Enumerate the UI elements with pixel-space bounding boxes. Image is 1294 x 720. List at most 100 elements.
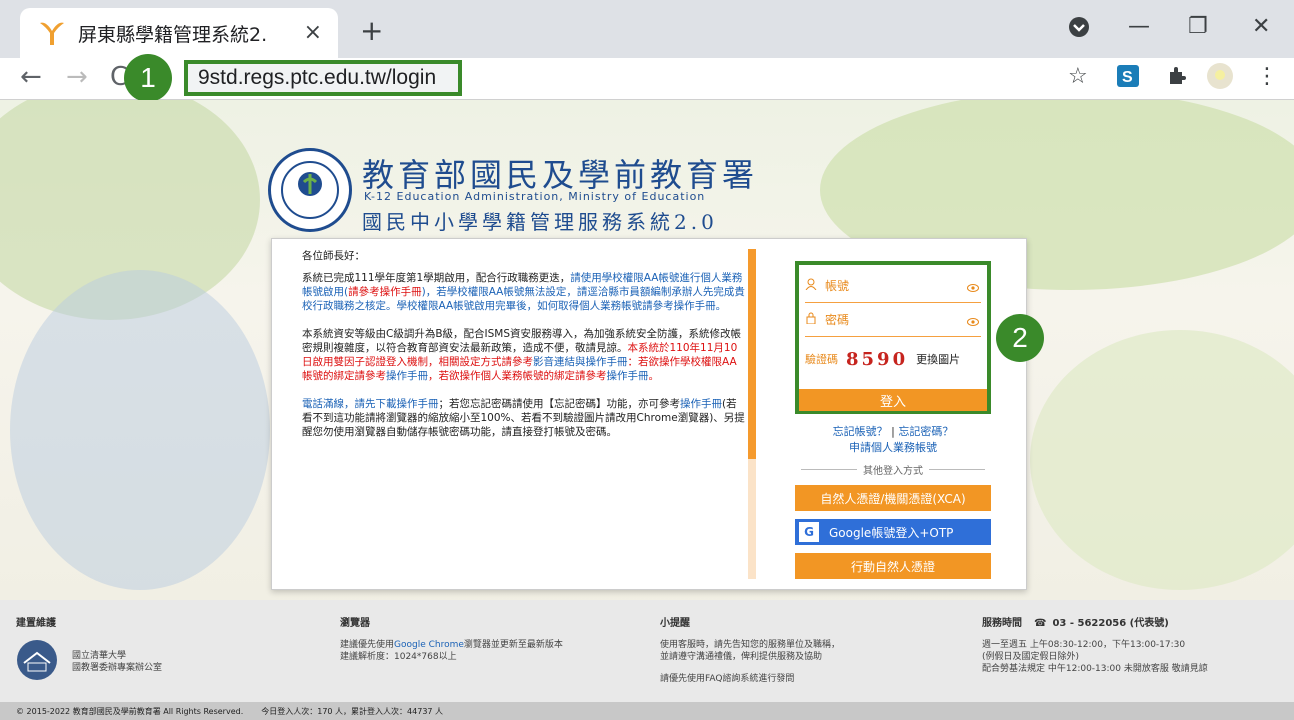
copyright-bar: © 2015-2022 教育部國民及學前教育署 All Rights Reser… [0,702,1294,720]
manual-link[interactable]: 操作手冊 [607,370,649,382]
announcement-paragraph-1: 系統已完成111學年度第1學期啟用，配合行政職務更迭，請使用學校權限AA帳號進行… [302,271,746,313]
agency-english-name: K-12 Education Administration, Ministry … [364,190,706,203]
password-placeholder: 密碼 [825,313,850,327]
forgot-password-link[interactable]: 忘記密碼？ [898,425,953,438]
new-tab-button[interactable]: + [360,14,383,47]
captcha-input[interactable]: 驗證碼 [805,351,838,367]
google-login-label: Google帳號登入+OTP [829,525,954,540]
google-login-button[interactable]: G Google帳號登入+OTP [795,519,991,545]
greeting: 各位師長好： [302,250,365,262]
announcement-text: 系統已完成111學年度第1學期啟用，配合行政職務更迭， [302,272,571,284]
refresh-captcha-link[interactable]: 更換圖片 [916,351,960,367]
scrollbar-thumb[interactable] [748,249,756,459]
browser-tab[interactable]: 屏東縣學籍管理系統2. × [20,8,338,58]
ministry-seal-icon [268,148,352,232]
chrome-link[interactable]: Google Chrome [394,640,464,650]
login-stats: 今日登入人次：170 人，累計登入人次：44737 人 [261,706,444,716]
footer-heading: 建置維護 [16,618,56,629]
browser-tab-bar: 屏東縣學籍管理系統2. × + — ❐ ✕ [0,0,1294,58]
lock-icon [805,312,819,327]
extension-s-icon[interactable]: S [1116,64,1140,94]
link-separator: | [891,425,895,438]
login-button[interactable]: 登入 [799,389,987,411]
account-links: 忘記帳號？ | 忘記密碼？ 申請個人業務帳號 [795,424,991,456]
step-marker-2: 2 [996,314,1044,362]
xca-login-button[interactable]: 自然人憑證/機關憑證(XCA) [795,485,991,511]
credentials-box: 帳號 密碼 驗證碼 8590 更換圖片 登入 [795,261,991,414]
browser-recommendation: 建議優先使用Google Chrome瀏覽器並更新至最新版本 [340,639,563,651]
footer-heading: 小提醒 [660,618,690,629]
other-login-label: 其他登入方式 [863,466,923,477]
faq-text: 請優先使用FAQ諮詢系統進行發問 [660,674,795,684]
account-placeholder: 帳號 [825,279,850,293]
tab-close-icon[interactable]: × [304,20,322,45]
announcement-paragraph-3: 電話滿線，請先下載操作手冊；若您忘記密碼請使用【忘記密碼】功能，亦可參考操作手冊… [302,397,746,439]
minimize-button[interactable]: — [1128,14,1150,39]
captcha-image: 8590 [846,348,909,370]
service-hours-text: 週一至週五 上午08:30-12:00，下午13:00-17:30 [982,640,1186,650]
manual-link[interactable]: 操作手冊 [386,370,428,382]
divider-line [929,469,985,470]
service-phone: 03 - 5622056 (代表號) [1052,618,1169,629]
mobile-id-login-button[interactable]: 行動自然人憑證 [795,553,991,579]
page-footer: 建置維護 國立清華大學 國教署委辦專案辦公室 瀏覽器 建議優先使用Google … [0,600,1294,702]
resolution-recommendation: 建議解析度：1024*768以上 [340,652,457,662]
window-close-button[interactable]: ✕ [1252,14,1270,39]
footer-reminder: 小提醒 使用客服時，請先告知您的服務單位及職稱， 並請遵守溝通禮儀，俾利提供服務… [660,614,840,685]
browser-text: 建議優先使用 [340,640,395,650]
browser-menu-icon[interactable]: ⋮ [1256,64,1278,89]
maintainer-university: 國立清華大學 [72,650,127,661]
password-field[interactable]: 密碼 [805,303,981,337]
address-bar[interactable]: 9std.regs.ptc.edu.tw/login [184,60,462,96]
lawn-decoration [1030,330,1294,590]
site-favicon-icon [36,17,68,49]
footer-heading: 服務時間 ☎ 03 - 5622056 (代表號) [982,614,1208,629]
footer-heading: 瀏覽器 [340,618,370,629]
announcement-paragraph-2: 本系統資安等級由C級調升為B級，配合ISMS資安服務導入，為加強系統安全防護，系… [302,327,746,383]
svg-text:S: S [1122,69,1133,86]
manual-link[interactable]: 請參考操作手冊 [348,286,422,298]
agency-header: 教育部國民及學前教育署 K-12 Education Administratio… [268,148,808,234]
download-manual-link[interactable]: 電話滿線，請先下載操作手冊 [302,398,439,410]
footer-browser: 瀏覽器 建議優先使用Google Chrome瀏覽器並更新至最新版本 建議解析度… [340,614,563,663]
url-text: 9std.regs.ptc.edu.tw/login [198,66,437,89]
restore-button[interactable]: ❐ [1188,14,1208,39]
account-field[interactable]: 帳號 [805,269,981,303]
back-icon[interactable]: ← [20,62,42,92]
tab-title: 屏東縣學籍管理系統2. [78,23,268,46]
login-form: 帳號 密碼 驗證碼 8590 更換圖片 登入 忘記帳號？ | 忘記密碼？ 申請個… [795,261,991,587]
eye-icon[interactable] [967,281,979,295]
tab-search-icon[interactable] [1068,16,1090,44]
project-office-logo-icon [16,639,58,684]
profile-avatar-icon[interactable] [1206,62,1234,96]
google-g-icon: G [799,522,819,542]
apply-account-link[interactable]: 申請個人業務帳號 [795,440,991,456]
video-link[interactable]: 影音連結與操作手冊 [533,356,628,368]
announcement-panel[interactable]: 各位師長好： 系統已完成111學年度第1學期啟用，配合行政職務更迭，請使用學校權… [302,249,746,579]
manual-link[interactable]: 操作手冊 [680,398,722,410]
reminder-text: 並請遵守溝通禮儀，俾利提供服務及協助 [660,652,823,662]
announcement-scrollbar[interactable] [748,249,756,579]
phone-icon: ☎ [1034,618,1047,629]
step-marker-1: 1 [124,54,172,102]
reminder-text: 使用客服時，請先告知您的服務單位及職稱， [660,640,841,650]
browser-text: 瀏覽器並更新至最新版本 [463,640,563,650]
bookmark-star-icon[interactable]: ☆ [1068,64,1088,89]
announcement-text: 。 [648,370,660,382]
login-card: 各位師長好： 系統已完成111學年度第1學期啟用，配合行政職務更迭，請使用學校權… [271,238,1027,590]
system-title: 國民中小學學籍管理服務系統2.0 [362,210,718,234]
extensions-puzzle-icon[interactable] [1166,64,1188,92]
browser-toolbar: ← → C 9std.regs.ptc.edu.tw/login ☆ S ⋮ [0,58,1294,100]
login-page-background: 教育部國民及學前教育署 K-12 Education Administratio… [0,100,1294,600]
other-login-divider: 其他登入方式 [795,462,991,477]
service-hours-title: 服務時間 [982,618,1022,629]
service-hours-text: 配合勞基法規定 中午12:00-13:00 未開放客服 敬請見諒 [982,664,1208,674]
footer-service-hours: 服務時間 ☎ 03 - 5622056 (代表號) 週一至週五 上午08:30-12… [982,614,1208,675]
maintainer-office: 國教署委辦專案辦公室 [72,662,163,673]
footer-maintainer: 建置維護 國立清華大學 國教署委辦專案辦公室 [16,614,162,684]
forward-icon[interactable]: → [66,62,88,92]
forgot-account-link[interactable]: 忘記帳號？ [833,425,888,438]
captcha-row: 驗證碼 8590 更換圖片 [805,337,981,381]
announcement-text: ；若您忘記密碼請使用【忘記密碼】功能，亦可參考 [438,398,681,410]
eye-icon[interactable] [967,315,979,329]
